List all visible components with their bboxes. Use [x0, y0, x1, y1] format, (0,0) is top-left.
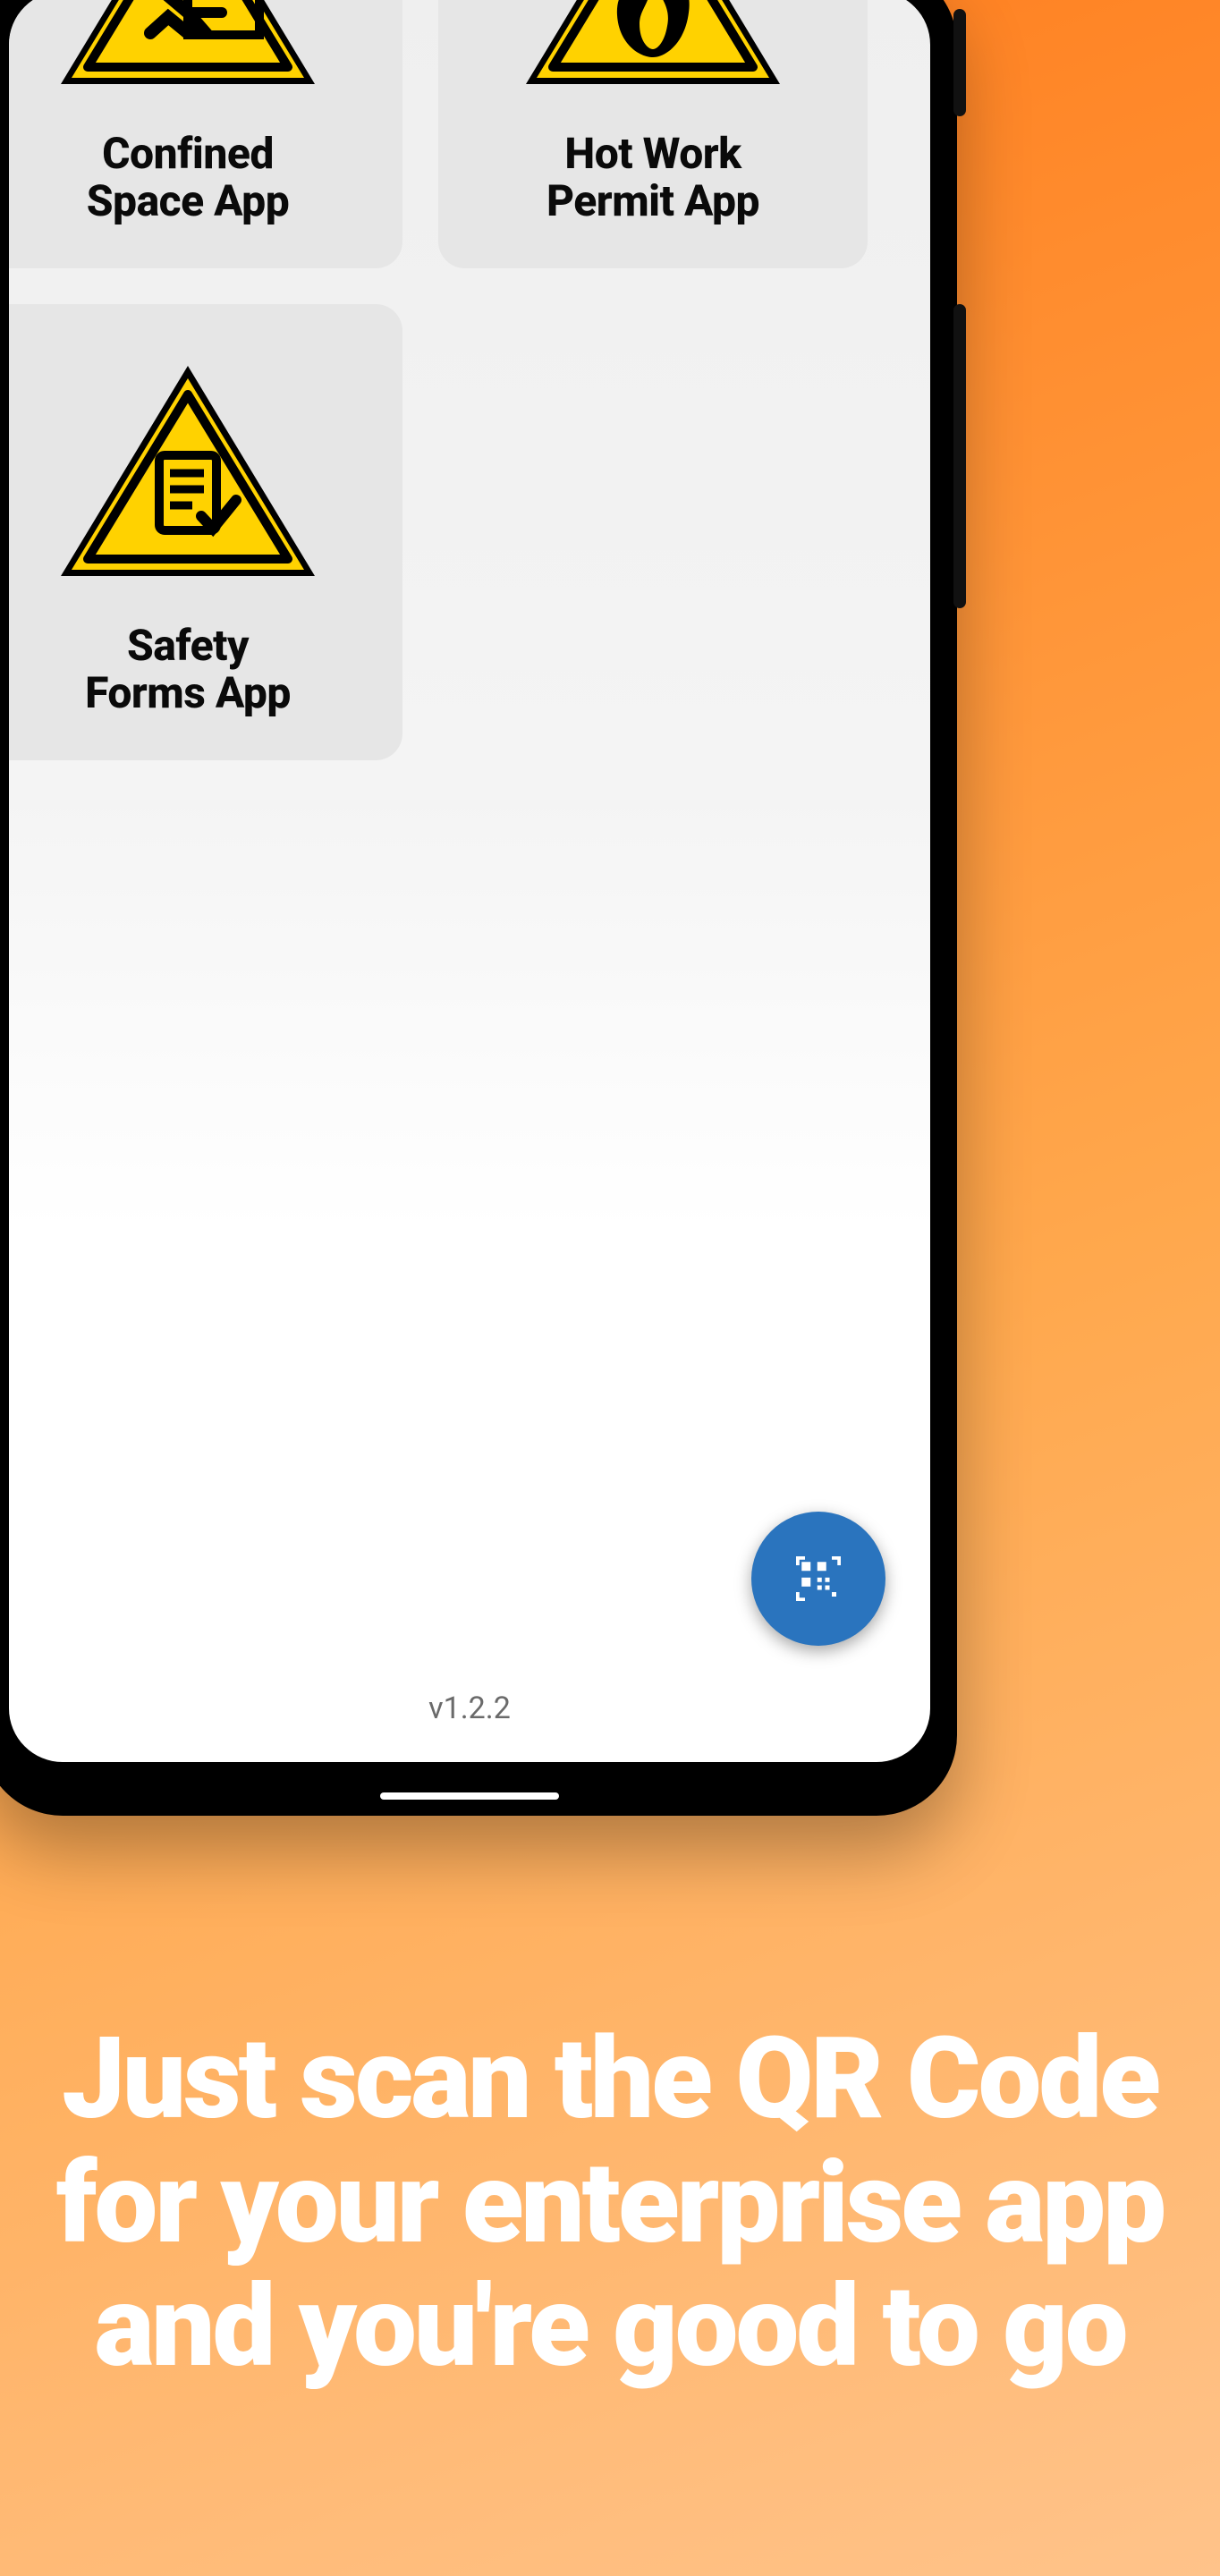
app-tile-label: Confined Space App	[87, 130, 289, 226]
phone-frame: Confined Space App Hot	[0, 0, 957, 1816]
flame-icon	[519, 0, 787, 97]
form-check-icon	[54, 357, 322, 589]
app-tile-label: Hot Work Permit App	[546, 130, 759, 226]
app-tile-grid: Confined Space App Hot	[9, 0, 868, 760]
label-line1: Safety	[127, 620, 249, 671]
label-line2: Space App	[87, 175, 289, 226]
app-tile-label: Safety Forms App	[85, 622, 291, 718]
phone-side-button-small	[953, 9, 966, 116]
app-version: v1.2.2	[9, 1690, 930, 1726]
phone-nav-bar	[380, 1792, 559, 1800]
qr-code-icon	[792, 1552, 845, 1606]
confined-space-icon	[54, 0, 322, 97]
app-tile-safety-forms[interactable]: Safety Forms App	[9, 304, 402, 760]
phone-side-button-long	[953, 304, 966, 608]
app-tile-hot-work[interactable]: Hot Work Permit App	[438, 0, 868, 268]
label-line1: Hot Work	[564, 128, 741, 179]
marketing-headline: Just scan the QR Code for your enterpris…	[18, 2017, 1202, 2389]
qr-scan-fab[interactable]	[751, 1512, 885, 1646]
label-line2: Forms App	[85, 667, 291, 718]
label-line2: Permit App	[546, 175, 759, 226]
phone-screen: Confined Space App Hot	[9, 0, 930, 1762]
label-line1: Confined	[102, 128, 274, 179]
app-tile-confined-space[interactable]: Confined Space App	[9, 0, 402, 268]
